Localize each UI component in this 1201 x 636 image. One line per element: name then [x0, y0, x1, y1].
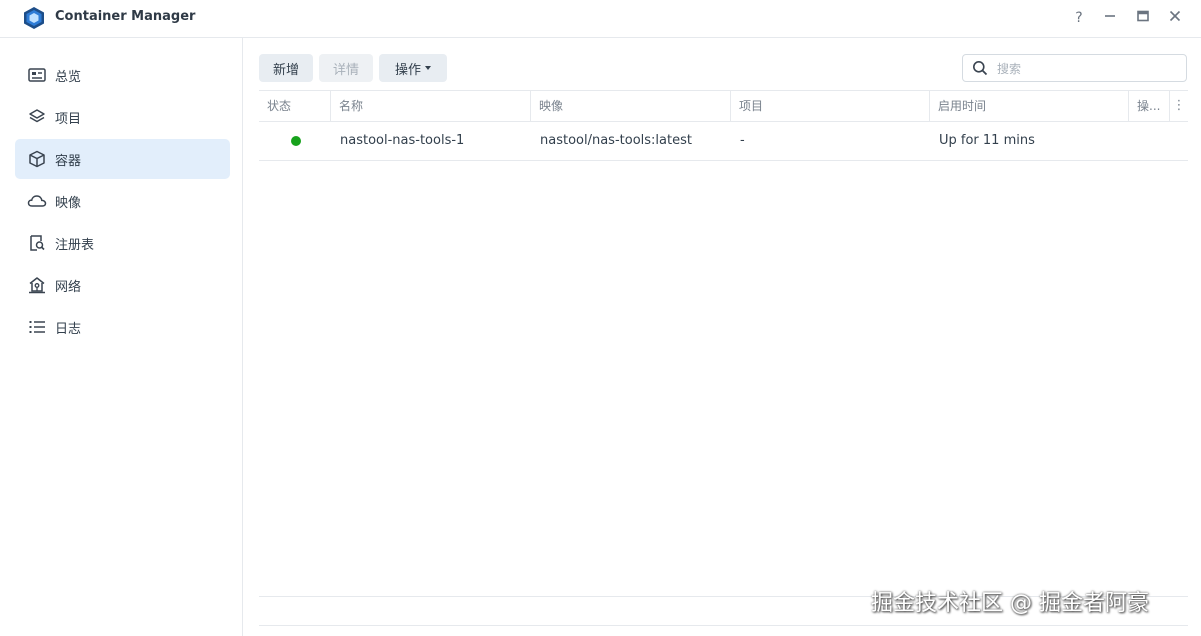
sidebar-item-registry[interactable]: 注册表	[15, 223, 230, 263]
sidebar-item-logs[interactable]: 日志	[15, 307, 230, 347]
list-icon	[27, 317, 47, 337]
sidebar-item-network[interactable]: 网络	[15, 265, 230, 305]
search-icon	[973, 61, 988, 76]
sidebar-item-overview[interactable]: 总览	[15, 55, 230, 95]
help-icon[interactable]: ?	[1070, 9, 1088, 27]
status-cell	[291, 121, 301, 160]
sidebar-item-label: 项目	[55, 111, 82, 127]
sidebar-item-label: 日志	[55, 321, 82, 337]
search-box[interactable]	[962, 54, 1187, 82]
more-columns-icon[interactable]: ⋮	[1170, 91, 1188, 121]
action-button-label: 操作	[394, 62, 421, 78]
search-input[interactable]	[995, 58, 1179, 80]
network-home-icon	[27, 275, 47, 295]
add-button[interactable]: 新增	[259, 54, 313, 82]
column-header-uptime[interactable]: 启用时间	[930, 91, 1129, 121]
sidebar-item-label: 总览	[55, 69, 82, 85]
sidebar-item-images[interactable]: 映像	[15, 181, 230, 221]
layers-icon	[27, 107, 47, 127]
minimize-icon[interactable]	[1101, 9, 1119, 27]
sidebar-item-projects[interactable]: 项目	[15, 97, 230, 137]
cube-icon	[27, 149, 47, 169]
app-title: Container Manager	[55, 9, 196, 24]
maximize-icon[interactable]	[1134, 9, 1152, 27]
sidebar-item-label: 网络	[55, 279, 82, 295]
watermark: 掘金技术社区 @ 掘金者阿豪	[871, 591, 1149, 616]
caret-down-icon	[425, 66, 431, 70]
column-header-name[interactable]: 名称	[331, 91, 531, 121]
overview-icon	[27, 65, 47, 85]
column-header-image[interactable]: 映像	[531, 91, 731, 121]
cloud-icon	[27, 191, 47, 211]
close-icon[interactable]	[1166, 9, 1184, 27]
container-image-cell: nastool/nas-tools:latest	[540, 133, 692, 148]
container-project-cell: -	[740, 133, 745, 148]
container-uptime-cell: Up for 11 mins	[939, 133, 1035, 148]
sidebar-item-containers[interactable]: 容器	[15, 139, 230, 179]
container-name-cell: nastool-nas-tools-1	[340, 133, 465, 148]
sidebar-item-label: 容器	[55, 153, 82, 169]
column-header-operations[interactable]: 操...	[1129, 91, 1170, 121]
table-header: 状态 名称 映像 项目 启用时间 操... ⋮	[259, 90, 1188, 122]
table-row[interactable]: nastool-nas-tools-1 nastool/nas-tools:la…	[259, 121, 1188, 161]
running-status-icon	[291, 135, 301, 146]
details-button[interactable]: 详情	[319, 54, 373, 82]
title-bar: Container Manager ?	[0, 0, 1201, 38]
sidebar-item-label: 映像	[55, 195, 82, 211]
container-manager-logo-icon	[24, 7, 44, 29]
registry-search-icon	[27, 233, 47, 253]
action-dropdown-button[interactable]: 操作	[379, 54, 447, 82]
sidebar: 总览 项目 容器 映像 注册表 网络 日志	[0, 38, 243, 636]
table-footer-divider	[259, 625, 1188, 626]
column-header-status[interactable]: 状态	[259, 91, 331, 121]
sidebar-item-label: 注册表	[55, 237, 95, 253]
column-header-project[interactable]: 项目	[731, 91, 930, 121]
